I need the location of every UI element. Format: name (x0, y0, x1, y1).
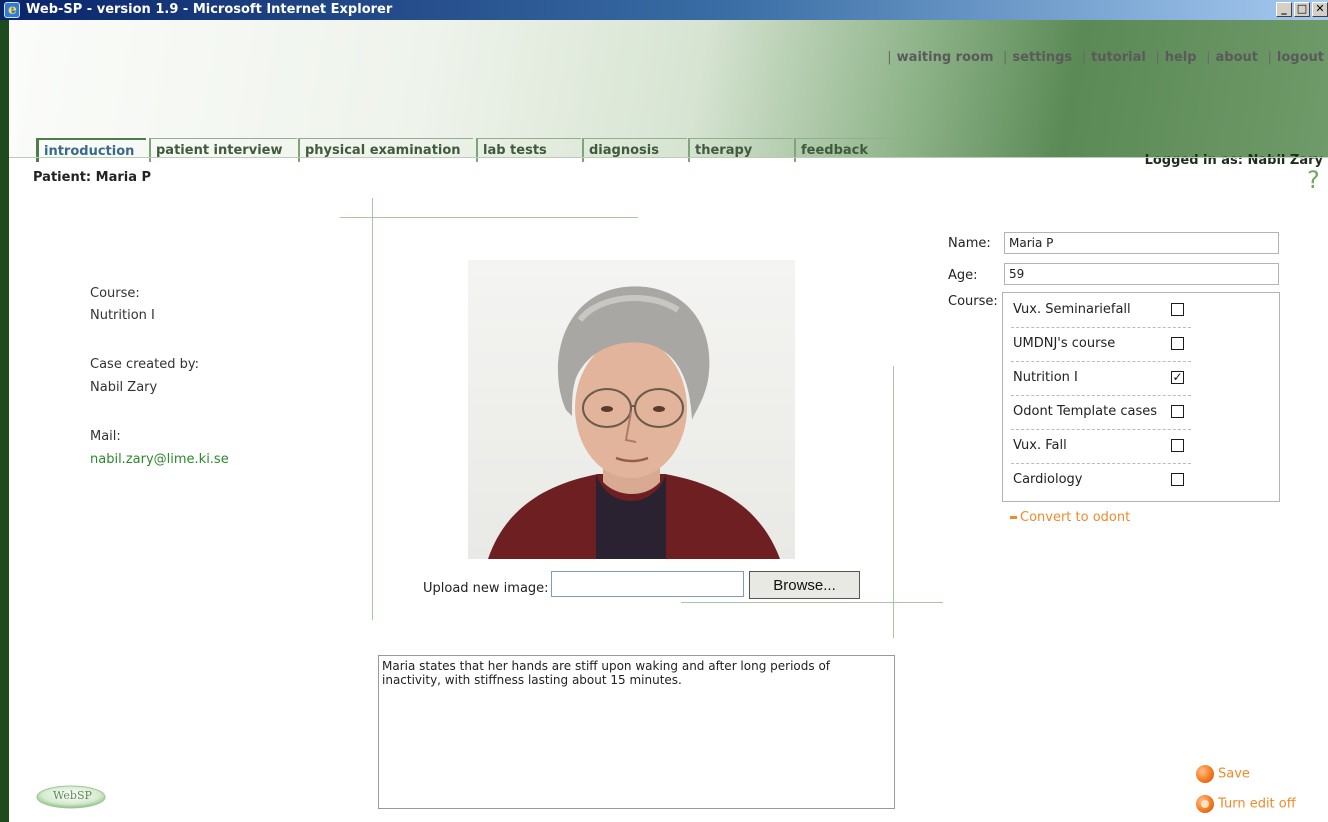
course-name: UMDNJ's course (1013, 336, 1116, 351)
course-row: UMDNJ's course (1011, 327, 1191, 362)
course-row: Nutrition I ✓ (1011, 361, 1191, 396)
window-title: Web-SP - version 1.9 - Microsoft Interne… (26, 2, 393, 17)
decorative-line (372, 198, 373, 620)
decorative-line (340, 217, 638, 218)
case-created-label: Case created by: (90, 357, 199, 372)
patient-title: Patient: Maria P (33, 170, 152, 185)
tab-therapy[interactable]: therapy (688, 138, 793, 162)
tab-feedback[interactable]: feedback (794, 138, 894, 162)
tab-patient-interview[interactable]: patient interview (149, 138, 297, 162)
course-row: Cardiology (1011, 463, 1191, 497)
minimize-button[interactable]: _ (1276, 2, 1292, 17)
course-checkbox[interactable] (1171, 303, 1184, 316)
window-title-bar: Web-SP - version 1.9 - Microsoft Interne… (0, 0, 1328, 20)
name-label: Name: (948, 236, 991, 251)
maximize-button[interactable]: □ (1294, 2, 1310, 17)
settings-link[interactable]: settings (1012, 50, 1072, 65)
course-checkbox[interactable] (1171, 405, 1184, 418)
turn-edit-off-label: Turn edit off (1218, 796, 1296, 812)
course-name: Nutrition I (1013, 370, 1078, 385)
case-description-textarea[interactable]: Maria states that her hands are stiff up… (378, 655, 895, 809)
age-input[interactable] (1004, 263, 1279, 285)
tab-physical-examination[interactable]: physical examination (298, 138, 473, 162)
help-question-icon[interactable]: ? (1307, 166, 1320, 194)
course-row: Vux. Seminariefall (1011, 293, 1191, 328)
patient-photo (468, 260, 795, 559)
age-label: Age: (948, 268, 978, 283)
about-link[interactable]: about (1216, 50, 1258, 65)
convert-to-odont-label: Convert to odont (1020, 510, 1131, 525)
course-name: Vux. Fall (1013, 438, 1067, 453)
mail-label: Mail: (90, 429, 121, 444)
tab-introduction[interactable]: introduction (36, 138, 146, 162)
websp-logo: WebSP (35, 779, 107, 809)
dash-icon (1010, 516, 1017, 519)
header-divider (9, 157, 1328, 158)
course-row: Odont Template cases (1011, 395, 1191, 430)
app-header: | waiting room | settings | tutorial | help … (9, 20, 1328, 168)
case-created-value: Nabil Zary (90, 380, 158, 395)
upload-image-input[interactable] (551, 571, 744, 597)
course-name: Vux. Seminariefall (1013, 302, 1131, 317)
tab-diagnosis[interactable]: diagnosis (582, 138, 687, 162)
browse-button[interactable]: Browse... (749, 571, 860, 599)
tab-lab-tests[interactable]: lab tests (476, 138, 581, 162)
course-label: Course: (90, 286, 140, 301)
logged-in-user: Logged in as: Nabil Zary (1144, 153, 1323, 168)
patient-portrait-illustration (488, 286, 780, 559)
help-link[interactable]: help (1165, 50, 1197, 65)
tutorial-link[interactable]: tutorial (1091, 50, 1146, 65)
logout-link[interactable]: logout (1277, 50, 1324, 65)
close-button[interactable]: ✕ (1312, 2, 1328, 17)
upload-image-label: Upload new image: (423, 581, 549, 596)
decorative-line (681, 602, 943, 603)
waiting-room-link[interactable]: waiting room (897, 50, 994, 65)
save-button[interactable]: Save (1196, 765, 1250, 783)
mail-link[interactable]: nabil.zary@lime.ki.se (90, 452, 229, 467)
save-label: Save (1218, 766, 1250, 782)
course-checkbox-checked[interactable]: ✓ (1171, 371, 1184, 384)
name-input[interactable] (1004, 232, 1279, 254)
course-value: Nutrition I (90, 308, 155, 323)
convert-to-odont-link[interactable]: Convert to odont (1010, 510, 1130, 525)
websp-logo-graphic: WebSP (36, 785, 106, 809)
decorative-line (893, 366, 894, 638)
save-orb-icon (1196, 765, 1214, 783)
left-frame-border (0, 20, 9, 822)
top-navigation: | waiting room | settings | tutorial | help … (887, 50, 1324, 65)
course-form-label: Course: (948, 294, 998, 309)
course-list: Vux. Seminariefall UMDNJ's course Nutrit… (1002, 292, 1280, 502)
course-name: Odont Template cases (1013, 404, 1158, 419)
power-orb-icon (1196, 795, 1214, 813)
logo-text: WebSP (53, 789, 92, 802)
internet-explorer-icon (4, 0, 20, 20)
course-row: Vux. Fall (1011, 429, 1191, 464)
course-name: Cardiology (1013, 472, 1083, 487)
course-checkbox[interactable] (1171, 337, 1184, 350)
course-checkbox[interactable] (1171, 439, 1184, 452)
course-checkbox[interactable] (1171, 473, 1184, 486)
turn-edit-off-button[interactable]: Turn edit off (1196, 795, 1296, 813)
